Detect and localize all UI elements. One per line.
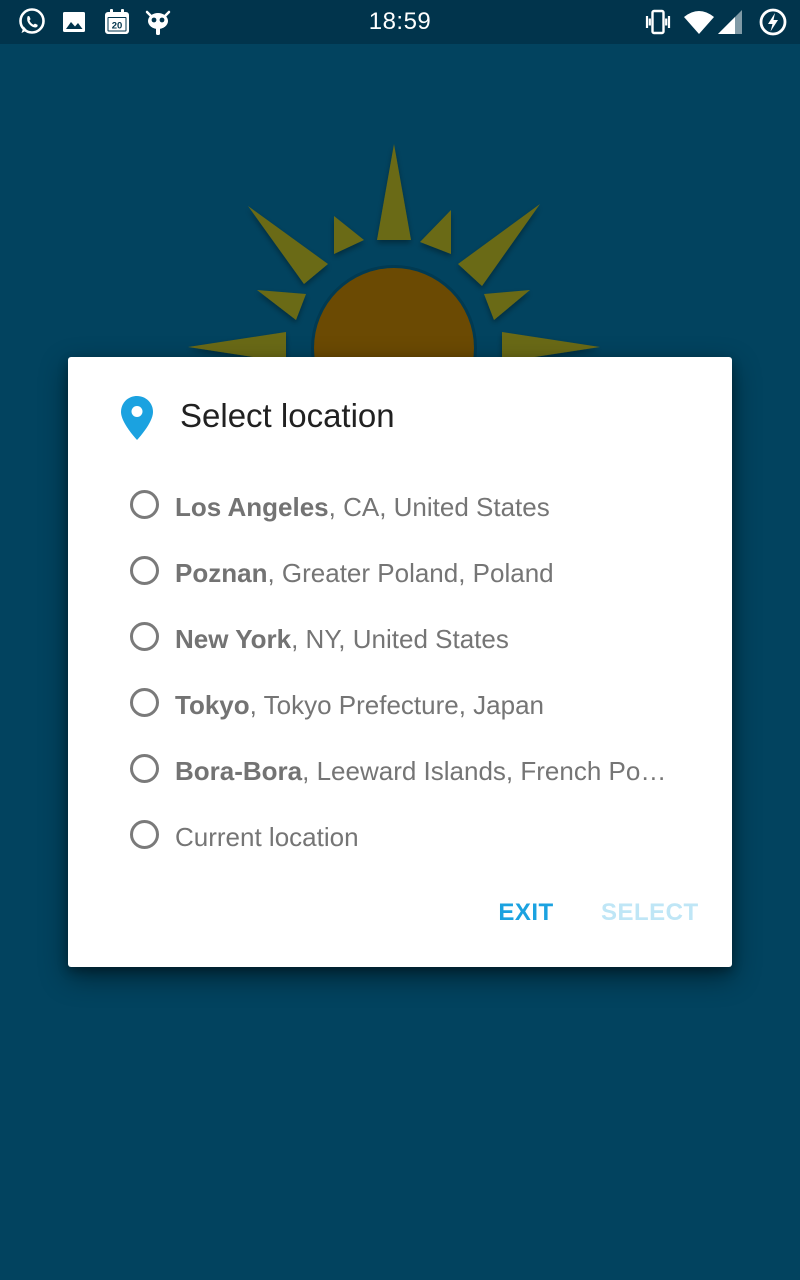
option-region: , Greater Poland, Poland [267,558,554,588]
radio-button[interactable] [130,688,159,717]
location-option-bora-bora[interactable]: Bora-Bora, Leeward Islands, French Po… [68,738,732,804]
sun-icon [0,44,800,364]
option-label: Current location [175,820,680,854]
cell-signal-icon [716,6,748,38]
option-region: , CA, United States [328,492,550,522]
select-button[interactable]: SELECT [601,897,698,929]
option-label: Tokyo, Tokyo Prefecture, Japan [175,688,680,722]
exit-button[interactable]: EXIT [498,897,554,929]
wifi-icon [683,6,715,38]
location-option-los-angeles[interactable]: Los Angeles, CA, United States [68,474,732,540]
dialog-header: Select location [68,357,732,477]
location-option-current-location[interactable]: Current location [68,804,732,870]
option-region: , Leeward Islands, French Po… [302,756,667,786]
clock: 18:59 [368,8,432,35]
option-city: Los Angeles [175,492,329,522]
location-option-poznan[interactable]: Poznan, Greater Poland, Poland [68,540,732,606]
radio-button[interactable] [130,820,159,849]
select-location-dialog: Select location Los Angeles, CA, United … [68,357,732,967]
radio-button[interactable] [130,622,159,651]
location-options: Los Angeles, CA, United States Poznan, G… [68,474,732,870]
option-city: New York [175,624,292,654]
location-option-tokyo[interactable]: Tokyo, Tokyo Prefecture, Japan [68,672,732,738]
location-pin-icon [120,395,154,441]
dialog-title: Select location [180,397,395,434]
location-option-new-york[interactable]: New York, NY, United States [68,606,732,672]
radio-button[interactable] [130,490,159,519]
vibrate-icon [642,6,674,38]
status-bar: 20 18:59 [0,0,800,44]
option-region: , NY, United States [291,624,509,654]
option-label: New York, NY, United States [175,622,680,656]
option-region: Current location [175,822,359,852]
option-region: , Tokyo Prefecture, Japan [249,690,544,720]
option-city: Bora-Bora [175,756,303,786]
radio-button[interactable] [130,556,159,585]
option-label: Bora-Bora, Leeward Islands, French Po… [175,754,680,788]
option-city: Tokyo [175,690,250,720]
option-label: Poznan, Greater Poland, Poland [175,556,680,590]
option-label: Los Angeles, CA, United States [175,490,680,524]
radio-button[interactable] [130,754,159,783]
option-city: Poznan [175,558,268,588]
battery-charging-icon [757,6,789,38]
